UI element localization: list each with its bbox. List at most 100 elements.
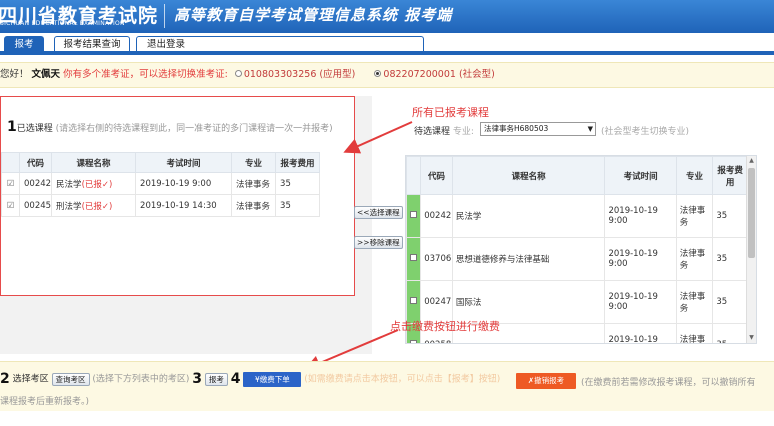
col-time: 考试时间 [135,152,233,173]
tab-underline [0,51,774,55]
step1-title: 已选课程 [16,124,53,134]
course-name: 刑法学 [56,201,82,212]
col-code: 代码 [18,152,53,173]
ticket-option-2[interactable]: 082207200001 (社会型) [383,69,494,80]
fee: 35 [712,194,748,238]
step1-number: 1 [7,119,17,135]
major: 法律事务 [675,323,714,343]
remove-course-button[interactable]: >>移除课程 [354,236,403,249]
greeting-bar: 您好！ 文佩天 你有多个准考证，可以选择切换准考证: 010803303256 … [0,62,774,88]
course-name: 思想道德修养与法律基础 [451,237,606,281]
col-fee: 报考费用 [275,152,321,173]
step1-heading: 1已选课程 (请选择右侧的待选课程到此，同一准考证的多门课程请一次一并报考) [7,119,333,135]
cancel-registration-button[interactable]: ✗撤销报考 [516,373,576,389]
row-checkbox[interactable]: ☑ [1,172,20,195]
col-code: 代码 [420,156,453,195]
ticket-option-1[interactable]: 010803303256 (应用型) [244,69,355,80]
selected-courses-panel: 1已选课程 (请选择右侧的待选课程到此，同一准考证的多门课程请一次一并报考) 代… [0,96,355,296]
major: 法律事务 [675,237,714,281]
vertical-scrollbar[interactable]: ▲ ▼ [746,156,756,343]
row-checkbox[interactable]: ☑ [1,194,20,217]
query-area-button[interactable]: 查询考区 [51,372,90,386]
selected-courses-table: 代码 课程名称 考试时间 专业 报考费用 ☑ 00242 民法学(已报✓) 20… [1,152,321,217]
exam-time: 2019-10-19 9:00 [604,194,677,238]
course-code: 00242 [18,172,53,195]
table-row[interactable]: 03706 思想道德修养与法律基础 2019-10-19 9:00 法律事务 3… [406,237,748,281]
scroll-up-icon[interactable]: ▲ [748,157,755,165]
exam-time: 2019-10-19 9:00 [604,280,677,324]
step2-hint: (选择下方列表中的考区) [92,374,190,385]
col-check [406,156,422,195]
col-name: 课程名称 [51,152,137,173]
table-row[interactable]: ☑ 00242 民法学(已报✓) 2019-10-19 9:00 法律事务 35 [1,172,321,195]
cancel-hint-continued: 课程报考后重新报考。) [0,397,90,407]
register-button[interactable]: 报考 [204,372,228,386]
ticket-radio-2[interactable] [374,70,382,77]
course-name-cell: 刑法学(已报✓) [51,194,137,217]
pending-courses-panel: 代码 课程名称 考试时间 专业 报考费用 00242 民法学 2019-10-1… [405,155,757,344]
major-label: 专业: [452,127,474,137]
select-course-button[interactable]: <<选择课程 [354,206,403,219]
table-row[interactable]: 00242 民法学 2019-10-19 9:00 法律事务 35 [406,194,748,238]
scroll-down-icon[interactable]: ▼ [748,334,755,342]
table-header: 代码 课程名称 考试时间 专业 报考费用 [1,152,321,173]
cancel-hint: (在缴费前若需修改报考课程，可以撤销所有 [581,378,756,388]
table-header: 代码 课程名称 考试时间 专业 报考费用 [406,156,748,195]
course-code: 03706 [420,237,453,281]
user-name: 文佩天 [31,69,61,80]
ticket-radio-1[interactable] [234,70,242,77]
course-code: 00242 [420,194,453,238]
registered-badge: (已报✓) [81,179,113,190]
page-root: 四川省教育考试院 SICHUAN EDUCATIONAL EXAMINATION… [0,0,774,426]
table-row[interactable]: ☑ 00245 刑法学(已报✓) 2019-10-19 14:30 法律事务 3… [1,194,321,217]
step3-number: 3 [192,371,203,387]
system-title: 高等教育自学考试管理信息系统 报考端 [174,6,453,24]
course-name-cell: 民法学(已报✓) [51,172,137,195]
major-select-value: 法律事务H680503 [484,124,549,133]
col-check [1,152,20,173]
course-name: 民法学 [56,179,82,190]
scroll-thumb[interactable] [748,168,755,258]
step2-label: 选择考区 [12,374,49,385]
fee: 35 [275,194,321,217]
step4-number: 4 [230,371,241,387]
pay-order-button[interactable]: ¥缴费下单 [243,371,302,387]
registered-badge: (已报✓) [81,201,113,212]
major: 法律事务 [675,194,714,238]
row-checkbox[interactable] [406,237,422,281]
major: 法律事务 [231,172,277,195]
fee: 35 [712,323,748,343]
fee: 35 [712,280,748,324]
annotation-all-registered: 所有已报考课程 [412,106,489,119]
exam-time: 2019-10-19 9:00 [604,237,677,281]
step1-hint: (请选择右侧的待选课程到此，同一准考证的多门课程请一次一并报考) [55,124,333,134]
chevron-down-icon: ▼ [587,125,593,133]
fee: 35 [712,237,748,281]
greeting-hello: 您好！ [0,69,29,80]
annotation-click-pay: 点击缴费按钮进行缴费 [390,320,500,333]
exam-time: 2019-10-19 9:00 [135,172,233,195]
pending-courses-table: 代码 课程名称 考试时间 专业 报考费用 00242 民法学 2019-10-1… [406,156,748,343]
major: 法律事务 [675,280,714,324]
col-name: 课程名称 [451,156,606,195]
major: 法律事务 [231,194,277,217]
fee: 35 [275,172,321,195]
course-name: 民法学 [451,194,606,238]
step2-number: 2 [0,371,10,387]
header-divider [164,4,165,28]
exam-time: 2019-10-19 9:00 [604,323,677,343]
major-select[interactable]: 法律事务H680503 ▼ [480,122,596,136]
course-code: 00245 [18,194,53,217]
logo-subtitle: SICHUAN EDUCATIONAL EXAMINATION [0,20,125,27]
exam-time: 2019-10-19 14:30 [135,194,233,217]
row-checkbox[interactable] [406,194,422,238]
col-time: 考试时间 [604,156,677,195]
pay-faded-hint: (如需缴费请点击本按钮，可以点击【报考】按钮) [304,374,501,385]
col-major: 专业 [675,156,714,195]
col-fee: 报考费用 [712,156,748,195]
multi-ticket-warning: 你有多个准考证，可以选择切换准考证: [63,69,228,80]
pending-label: 待选课程 [414,127,451,137]
site-header: 四川省教育考试院 SICHUAN EDUCATIONAL EXAMINATION… [0,0,774,33]
col-major: 专业 [231,152,277,173]
switch-major-hint: (社会型考生切换专业) [601,127,690,137]
